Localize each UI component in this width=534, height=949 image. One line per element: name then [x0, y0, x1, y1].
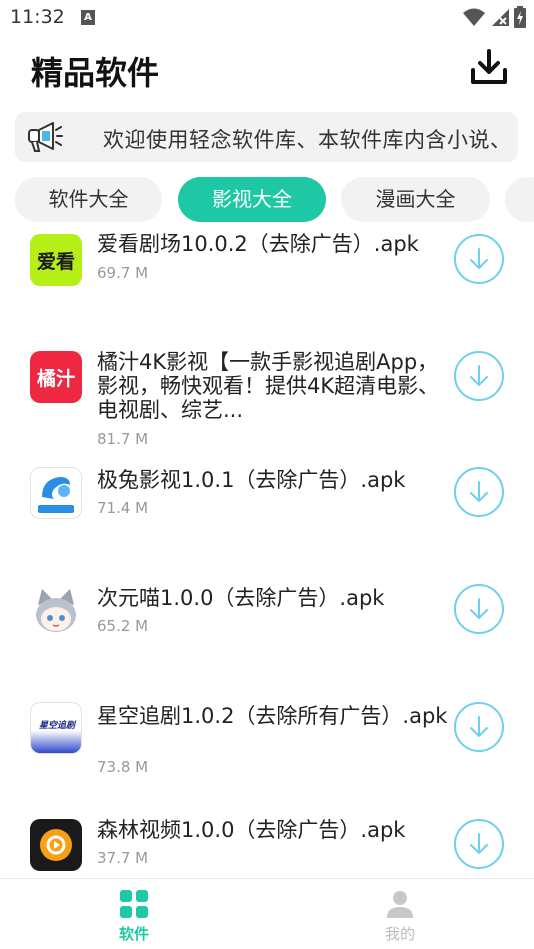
bottom-navigation: 软件 我的 [0, 878, 534, 949]
nav-label: 我的 [384, 925, 415, 943]
app-icon-label: 橘汁 [36, 368, 75, 390]
app-icon-label: 爱看 [36, 251, 75, 273]
notification-a-icon: A [81, 10, 95, 25]
arrow-down-icon [470, 481, 488, 502]
status-bar: 11:32 A [0, 0, 534, 36]
page-title: 精品软件 [31, 54, 160, 92]
download-button[interactable] [454, 584, 504, 634]
ciyuanmiao-icon [30, 585, 82, 637]
signal-icon [492, 9, 509, 26]
jitu-icon [30, 467, 82, 519]
list-item[interactable]: 极兔影视1.0.1（去除广告）.apk 71.4 M [0, 462, 534, 572]
app-name: 极兔影视1.0.1（去除广告）.apk [97, 468, 406, 492]
arrow-down-icon [470, 833, 488, 854]
notice-text: 欢迎使用轻念软件库、本软件库内含小说、 [103, 128, 512, 152]
app-size: 73.8 M [97, 758, 149, 776]
nav-software[interactable]: 软件 [84, 879, 184, 949]
status-time: 11:32 [10, 6, 65, 28]
tab-software[interactable]: 软件大全 [15, 177, 162, 222]
app-name: 森林视频1.0.0（去除广告）.apk [97, 818, 406, 842]
arrow-down-icon [470, 365, 488, 386]
play-circle-icon [40, 829, 72, 861]
download-button[interactable] [454, 467, 504, 517]
category-tabs: 软件大全 影视大全 漫画大全 [0, 177, 534, 223]
app-name: 橘汁4K影视【一款手影视追剧App，影视，畅快观看！提供4K超清电影、电视剧、综… [97, 350, 440, 422]
app-size: 69.7 M [97, 264, 149, 282]
rabbit-logo-icon [38, 477, 74, 513]
tab-video[interactable]: 影视大全 [178, 177, 326, 222]
grid-icon [120, 890, 148, 918]
download-button[interactable] [454, 234, 504, 284]
app-name: 爱看剧场10.0.2（去除广告）.apk [97, 232, 419, 256]
nav-label: 软件 [118, 925, 149, 943]
list-item[interactable]: 次元喵1.0.0（去除广告）.apk 65.2 M [0, 580, 534, 690]
download-button[interactable] [454, 351, 504, 401]
notice-banner[interactable]: 欢迎使用轻念软件库、本软件库内含小说、 [15, 112, 518, 162]
aikan-icon: 爱看 [30, 234, 82, 286]
app-size: 65.2 M [97, 617, 149, 635]
tab-comics[interactable]: 漫画大全 [341, 177, 490, 222]
megaphone-icon [28, 122, 63, 152]
xingkong-icon: 星空追剧 [30, 702, 82, 754]
battery-icon [514, 6, 526, 28]
list-item[interactable]: 森林视频1.0.0（去除广告）.apk 37.7 M [0, 816, 534, 878]
wifi-icon [463, 8, 485, 26]
user-icon [387, 891, 413, 918]
tab-more[interactable] [505, 177, 534, 222]
app-icon-label: 星空追剧 [38, 721, 75, 731]
juzhi-icon: 橘汁 [30, 351, 82, 403]
app-size: 37.7 M [97, 849, 149, 867]
senlin-icon [30, 819, 82, 871]
list-item[interactable]: 星空追剧 星空追剧1.0.2（去除所有广告）.apk 73.8 M [0, 698, 534, 808]
download-button[interactable] [454, 819, 504, 869]
arrow-down-icon [470, 598, 488, 619]
download-button[interactable] [454, 702, 504, 752]
anime-cat-icon [36, 589, 76, 632]
app-name: 星空追剧1.0.2（去除所有广告）.apk [97, 704, 448, 728]
download-manager-icon[interactable] [470, 48, 508, 86]
list-item[interactable]: 橘汁 橘汁4K影视【一款手影视追剧App，影视，畅快观看！提供4K超清电影、电视… [0, 344, 534, 454]
app-size: 71.4 M [97, 499, 149, 517]
app-name: 次元喵1.0.0（去除广告）.apk [97, 586, 385, 610]
arrow-down-icon [470, 716, 488, 737]
app-list: 爱看 爱看剧场10.0.2（去除广告）.apk 69.7 M 橘汁 橘汁4K影视… [0, 226, 534, 878]
nav-profile[interactable]: 我的 [350, 879, 450, 949]
app-size: 81.7 M [97, 430, 149, 448]
list-item[interactable]: 爱看 爱看剧场10.0.2（去除广告）.apk 69.7 M [0, 226, 534, 336]
arrow-down-icon [470, 248, 488, 269]
